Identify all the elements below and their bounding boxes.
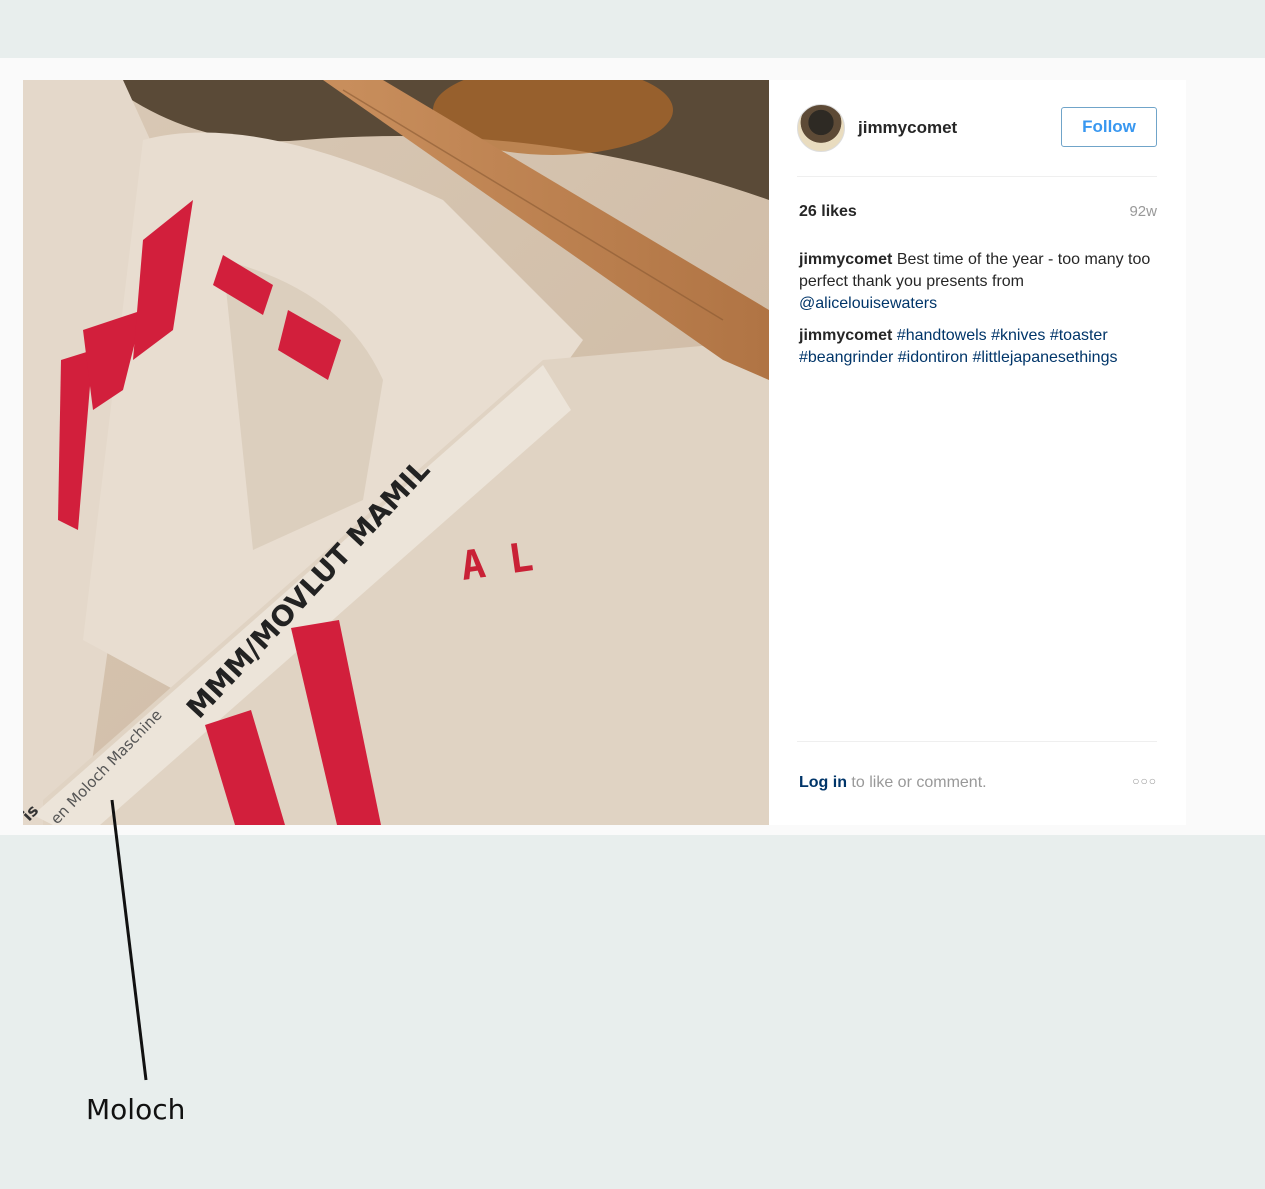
likes-count[interactable]: 26 likes: [799, 203, 857, 221]
login-prompt: Log in to like or comment.: [799, 774, 987, 792]
divider: [797, 741, 1157, 742]
caption-comment: jimmycomet Best time of the year - too m…: [799, 249, 1159, 315]
mention-link[interactable]: @alicelouisewaters: [799, 295, 937, 312]
comment-author[interactable]: jimmycomet: [799, 251, 892, 268]
hashtag-link[interactable]: #littlejapanesethings: [972, 349, 1117, 366]
hashtag-link[interactable]: #beangrinder: [799, 349, 893, 366]
comment-author[interactable]: jimmycomet: [799, 327, 892, 344]
avatar[interactable]: [797, 104, 845, 152]
photo-illustration: MMM/MOVLUT MAMIL A L en Moloch Maschine …: [23, 80, 769, 825]
hashtag-link[interactable]: #handtowels: [897, 327, 987, 344]
follow-button[interactable]: Follow: [1061, 107, 1157, 147]
hashtag-link[interactable]: #knives: [991, 327, 1045, 344]
login-link[interactable]: Log in: [799, 774, 847, 791]
annotation-label: Moloch: [86, 1093, 186, 1126]
post-photo[interactable]: MMM/MOVLUT MAMIL A L en Moloch Maschine …: [23, 80, 769, 825]
post-age[interactable]: 92w: [1129, 203, 1157, 220]
hashtag-link[interactable]: #toaster: [1050, 327, 1108, 344]
divider: [797, 176, 1157, 177]
post-sidebar: jimmycomet Follow 26 likes 92w jimmycome…: [769, 80, 1186, 825]
ellipsis-icon[interactable]: ○○○: [1132, 774, 1157, 788]
post-card: MMM/MOVLUT MAMIL A L en Moloch Maschine …: [23, 80, 1186, 825]
tags-comment: jimmycomet #handtowels #knives #toaster …: [799, 325, 1159, 369]
username-link[interactable]: jimmycomet: [858, 118, 957, 138]
hashtag-link[interactable]: #idontiron: [898, 349, 968, 366]
login-rest-text: to like or comment.: [846, 774, 987, 791]
top-band: [0, 0, 1265, 58]
